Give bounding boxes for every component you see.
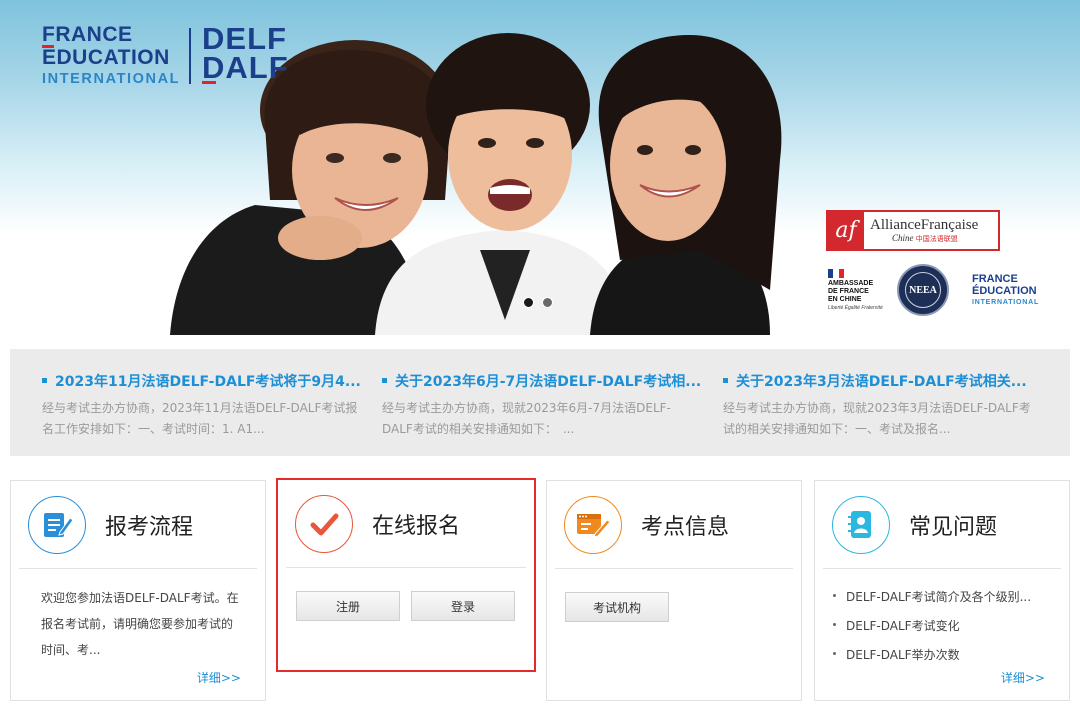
- login-button[interactable]: 登录: [411, 591, 515, 621]
- card-faq: 常见问题 DELF-DALF考试简介及各个级别... DELF-DALF考试变化…: [814, 480, 1070, 701]
- neea-logo: NEEA: [897, 264, 949, 316]
- faq-list: DELF-DALF考试简介及各个级别... DELF-DALF考试变化 DELF…: [833, 583, 1063, 670]
- logo-separator: [189, 28, 191, 84]
- france-education-small-logo: FRANCE ÉDUCATION INTERNATIONAL: [972, 273, 1040, 307]
- carousel-dots: [523, 297, 553, 308]
- card-body: 欢迎您参加法语DELF-DALF考试。在报名考试前，请明确您要参加考试的时间、考…: [41, 591, 239, 657]
- window-edit-icon: [564, 496, 622, 554]
- more-link[interactable]: 详细>>: [197, 669, 241, 686]
- test-institutions-button[interactable]: 考试机构: [565, 592, 669, 622]
- carousel-dot-1[interactable]: [523, 297, 534, 308]
- bullet-icon: [382, 377, 387, 383]
- card-process: 报考流程 欢迎您参加法语DELF-DALF考试。在报名考试前，请明确您要参加考试…: [10, 480, 266, 701]
- delf-dalf-logo: DELF DALF: [202, 21, 289, 85]
- bullet-icon: [833, 652, 836, 655]
- news-desc: 经与考试主办方协商，现就2023年3月法语DELF-DALF考试的相关安排通知如…: [723, 401, 1031, 436]
- news-desc: 经与考试主办方协商，现就2023年6月-7月法语DELF-DALF考试的相关安排…: [382, 401, 671, 436]
- contact-book-icon: [832, 496, 890, 554]
- news-desc: 经与考试主办方协商，2023年11月法语DELF-DALF考试报名工作安排如下：…: [42, 401, 358, 436]
- news-item[interactable]: 关于2023年6月-7月法语DELF-DALF考试相... 经与考试主办方协商，…: [382, 371, 700, 440]
- carousel-dot-2[interactable]: [542, 297, 553, 308]
- card-title: 常见问题: [909, 515, 998, 540]
- card-test-center: 考点信息 考试机构: [546, 480, 802, 701]
- faq-item[interactable]: DELF-DALF举办次数: [833, 641, 1063, 670]
- signup-button[interactable]: 注册: [296, 591, 400, 621]
- news-title[interactable]: 关于2023年3月法语DELF-DALF考试相关...: [736, 374, 1027, 390]
- card-divider: [19, 568, 257, 569]
- french-flag-icon: [828, 269, 844, 278]
- card-title: 考点信息: [641, 515, 730, 540]
- faq-item[interactable]: DELF-DALF考试变化: [833, 612, 1063, 641]
- news-title[interactable]: 2023年11月法语DELF-DALF考试将于9月4...: [55, 374, 360, 390]
- card-divider: [555, 568, 793, 569]
- news-title[interactable]: 关于2023年6月-7月法语DELF-DALF考试相...: [395, 374, 700, 390]
- bullet-icon: [833, 594, 836, 597]
- faq-item[interactable]: DELF-DALF考试简介及各个级别...: [833, 583, 1063, 612]
- card-divider: [823, 568, 1061, 569]
- more-link[interactable]: 详细>>: [1001, 669, 1045, 686]
- bullet-icon: [723, 377, 728, 383]
- hero-banner[interactable]: FRANCE ÉDUCATION INTERNATIONAL DELF DALF…: [0, 0, 1080, 335]
- document-edit-icon: [28, 496, 86, 554]
- logo-accent: [42, 45, 54, 48]
- card-title: 报考流程: [105, 515, 194, 540]
- card-register: 在线报名 注册 登录: [276, 478, 536, 672]
- card-divider: [286, 567, 526, 568]
- alliance-francaise-logo: af AllianceFrançaise Chine 中国法语联盟: [826, 210, 1000, 251]
- bullet-icon: [833, 623, 836, 626]
- news-item[interactable]: 关于2023年3月法语DELF-DALF考试相关... 经与考试主办方协商，现就…: [723, 371, 1041, 440]
- france-education-logo: FRANCE ÉDUCATION INTERNATIONAL: [42, 23, 181, 87]
- ambassade-logo: AMBASSADE DE FRANCE EN CHINE Liberté Éga…: [828, 269, 888, 311]
- checkmark-icon: [295, 495, 353, 553]
- news-item[interactable]: 2023年11月法语DELF-DALF考试将于9月4... 经与考试主办方协商，…: [42, 371, 360, 440]
- card-title: 在线报名: [372, 514, 461, 539]
- bullet-icon: [42, 377, 47, 383]
- news-strip: 2023年11月法语DELF-DALF考试将于9月4... 经与考试主办方协商，…: [10, 349, 1070, 456]
